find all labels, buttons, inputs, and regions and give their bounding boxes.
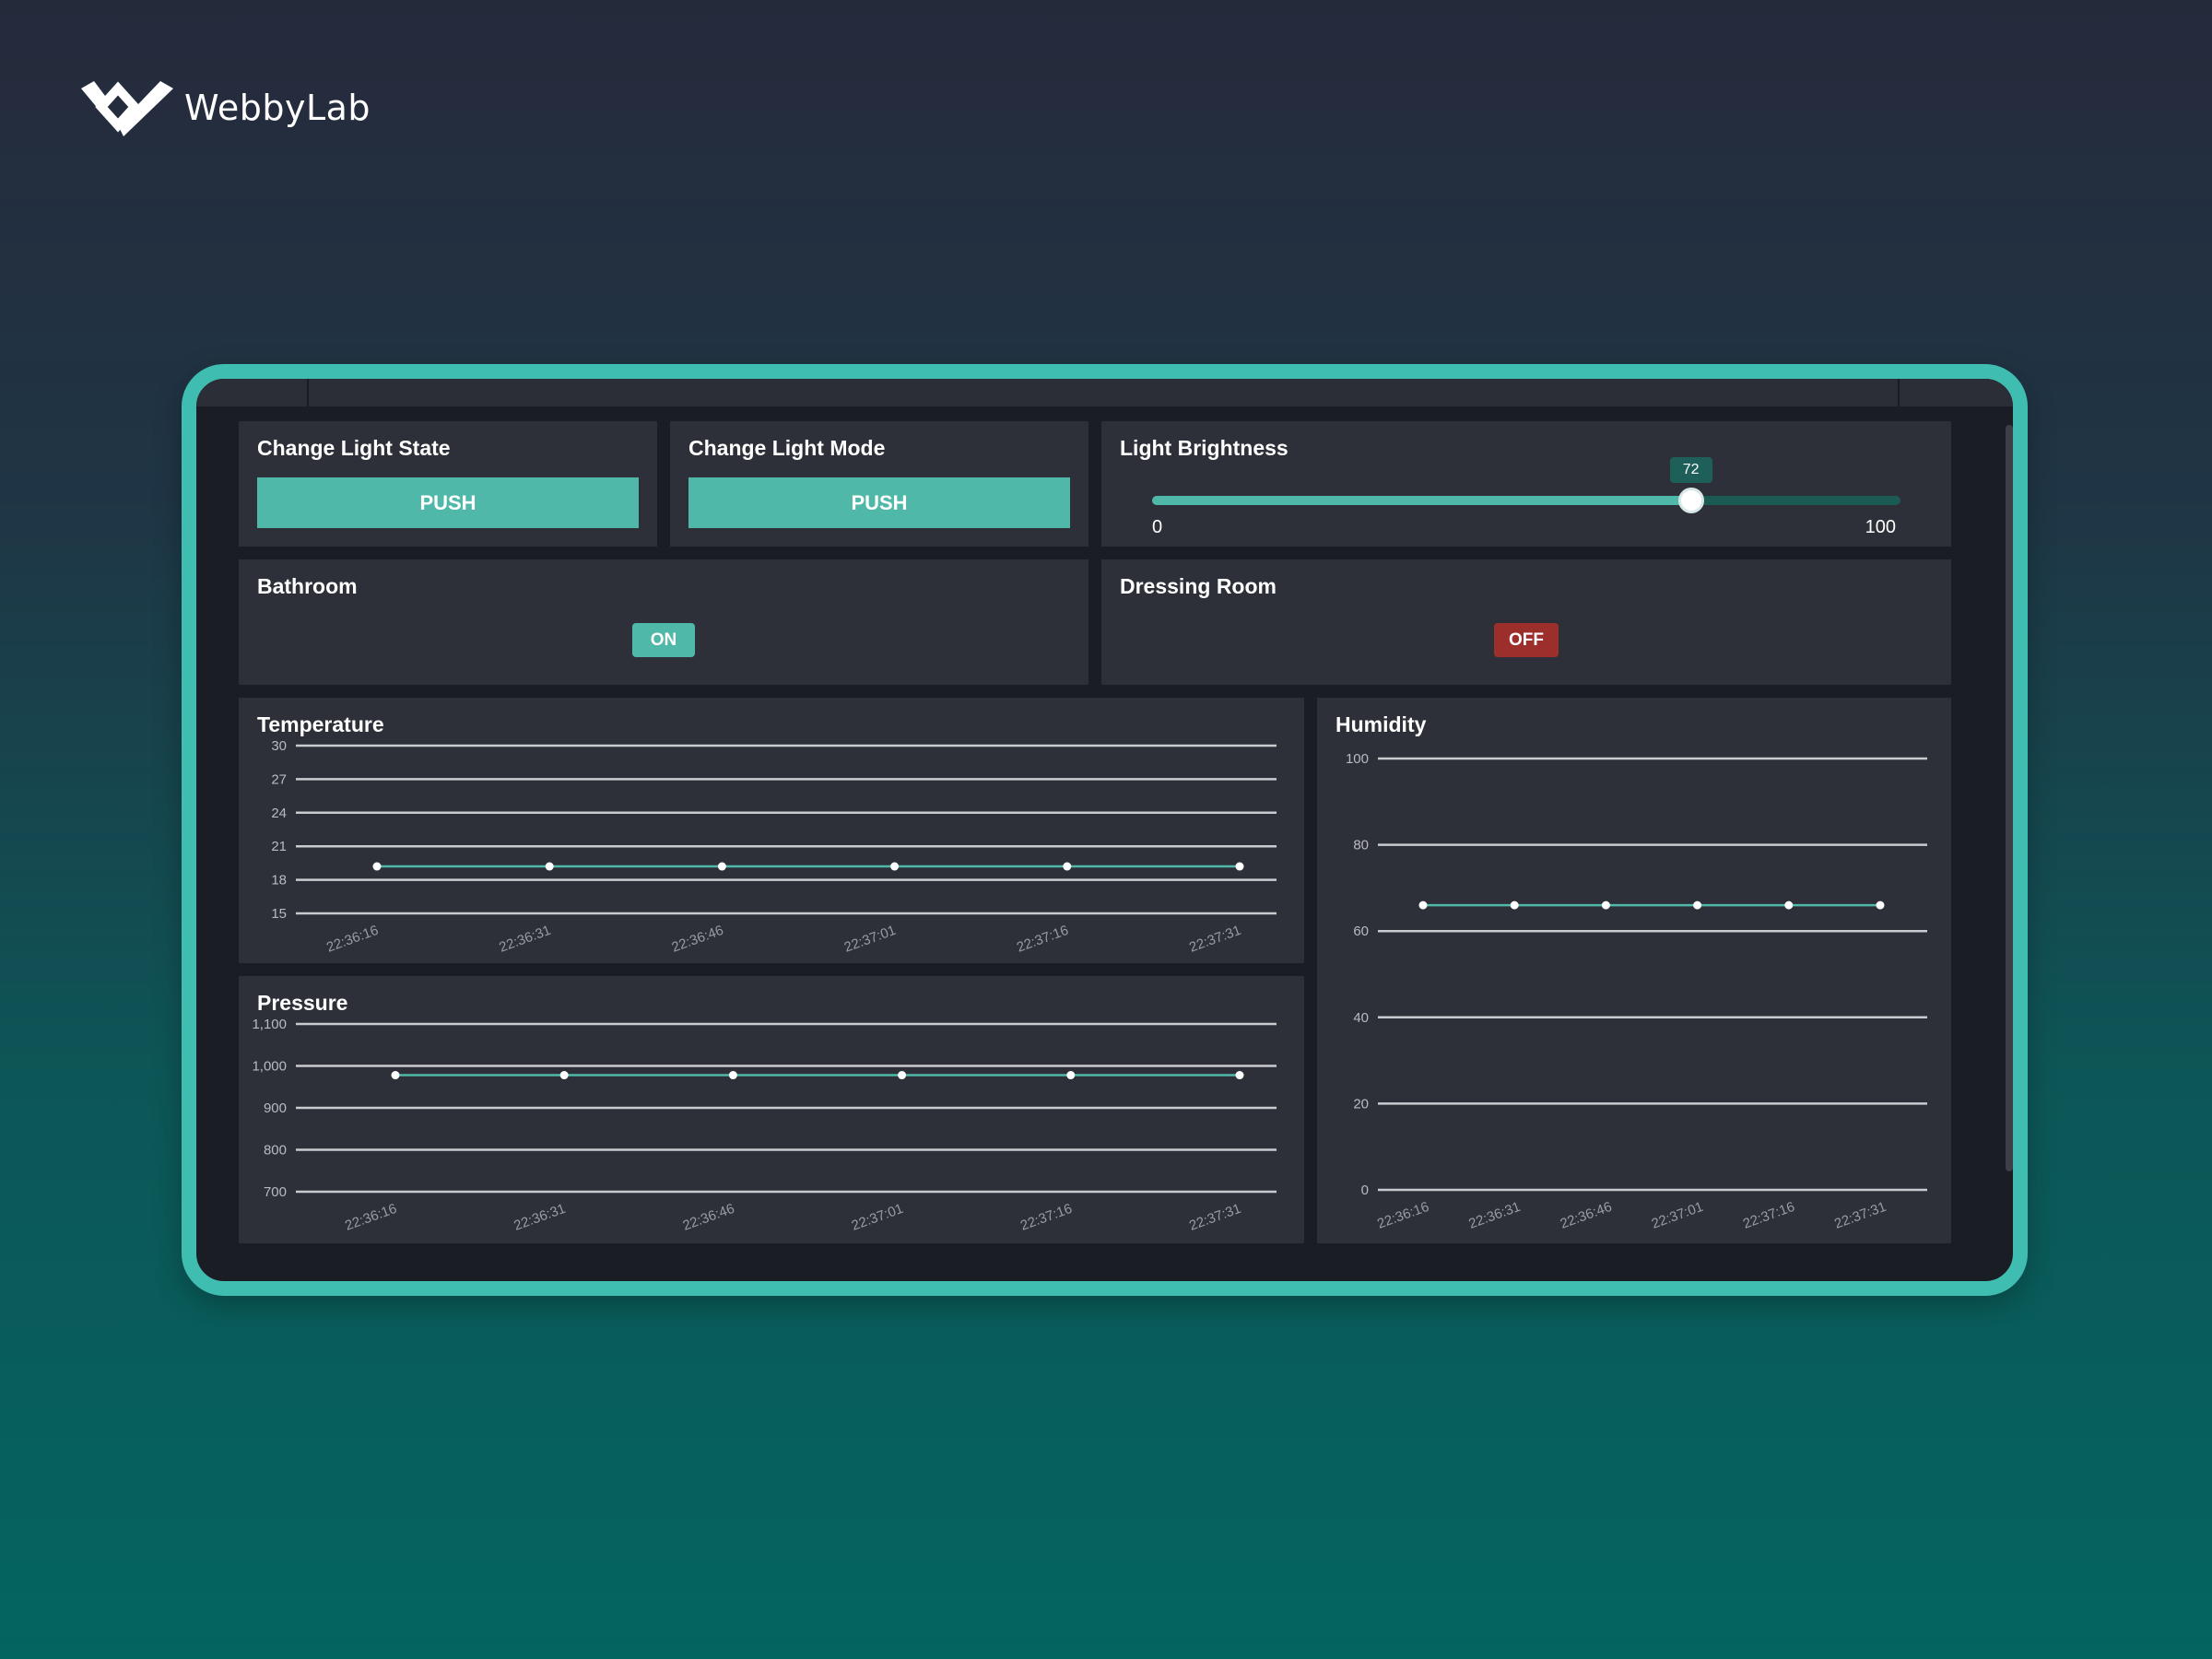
x-tick-label: 22:36:16 [324, 923, 381, 956]
y-tick-label: 1,100 [252, 1017, 287, 1032]
y-tick-label: 800 [264, 1143, 287, 1159]
y-tick-label: 21 [271, 839, 287, 854]
humidity-chart-panel: Humidity 0 20 40 60 80 100 22:36:16 22:36:31 22:… [1317, 698, 1951, 1243]
x-tick-label: 22:37:31 [1187, 1201, 1243, 1234]
brightness-value-tooltip: 72 [1669, 457, 1712, 483]
x-tick-label: 22:36:16 [343, 1201, 399, 1234]
x-tick-label: 22:36:46 [670, 923, 726, 956]
data-point [559, 1071, 569, 1080]
window-top-bar [196, 379, 2013, 406]
bathroom-panel: Bathroom ON [239, 559, 1088, 685]
scrollbar[interactable] [2006, 425, 2013, 1171]
temperature-chart-panel: Temperature 15 18 21 24 27 30 22:36:16 22:36:31… [239, 698, 1304, 963]
data-point [1510, 900, 1519, 910]
y-tick-label: 700 [264, 1184, 287, 1200]
light-mode-panel: Change Light Mode PUSH [670, 421, 1088, 547]
y-tick-label: 0 [1361, 1182, 1369, 1198]
x-tick-label: 22:37:31 [1832, 1199, 1888, 1232]
y-tick-label: 15 [271, 906, 287, 922]
light-mode-push-button[interactable]: PUSH [688, 477, 1070, 528]
x-tick-label: 22:36:16 [1375, 1199, 1431, 1232]
data-point [1693, 900, 1702, 910]
x-tick-label: 22:37:01 [1650, 1199, 1706, 1232]
brightness-slider-thumb[interactable] [1677, 488, 1704, 513]
y-tick-label: 100 [1346, 751, 1369, 767]
brand-logo: WebbyLab [81, 79, 371, 136]
data-point [890, 862, 900, 871]
brand-name: WebbyLab [184, 88, 371, 128]
x-tick-label: 22:37:16 [1015, 923, 1071, 956]
pressure-chart-panel: Pressure 700 800 900 1,000 1,100 22:36:16 22:3… [239, 976, 1304, 1243]
y-tick-label: 80 [1353, 838, 1369, 853]
data-point [1066, 1071, 1076, 1080]
data-point [1235, 1071, 1244, 1080]
data-point [1235, 862, 1244, 871]
x-tick-label: 22:36:31 [1466, 1199, 1523, 1232]
data-point [728, 1071, 737, 1080]
data-point [391, 1071, 400, 1080]
brightness-slider[interactable]: 72 [1152, 457, 1900, 513]
data-point [1784, 900, 1794, 910]
panel-title: Light Brightness [1120, 436, 1288, 460]
data-point [1418, 900, 1428, 910]
light-brightness-panel: Light Brightness 72 0 100 [1101, 421, 1951, 547]
data-point [545, 862, 554, 871]
panel-title: Bathroom [257, 574, 358, 598]
y-tick-label: 20 [1353, 1096, 1369, 1112]
bathroom-toggle-button[interactable]: ON [632, 623, 695, 657]
x-tick-label: 22:37:01 [842, 923, 899, 956]
webbylab-logo-icon [81, 81, 173, 136]
dressing-room-toggle-button[interactable]: OFF [1494, 623, 1559, 657]
pressure-chart: 700 800 900 1,000 1,100 22:36:16 22:36:31 22:36… [252, 1017, 1277, 1234]
panel-title: Dressing Room [1120, 574, 1277, 598]
y-tick-label: 24 [271, 806, 287, 821]
light-state-push-button[interactable]: PUSH [257, 477, 639, 528]
data-point [1063, 862, 1072, 871]
y-tick-label: 30 [271, 738, 287, 754]
humidity-chart: 0 20 40 60 80 100 22:36:16 22:36:31 22:36:46 22:3… [1346, 751, 1927, 1232]
dashboard-window: Change Light State PUSH Change Light Mod… [182, 364, 2028, 1296]
data-point [898, 1071, 907, 1080]
y-tick-label: 40 [1353, 1010, 1369, 1026]
top-bar-divider [307, 379, 309, 406]
top-bar-divider [1898, 379, 1900, 406]
panel-title: Change Light State [257, 436, 451, 460]
slider-max-label: 100 [1865, 517, 1896, 537]
x-tick-label: 22:37:01 [850, 1201, 906, 1234]
x-tick-label: 22:37:31 [1187, 923, 1243, 956]
y-tick-label: 900 [264, 1100, 287, 1116]
y-tick-label: 18 [271, 873, 287, 888]
panel-title: Change Light Mode [688, 436, 886, 460]
data-point [1601, 900, 1610, 910]
y-tick-label: 27 [271, 771, 287, 787]
x-tick-label: 22:36:46 [1559, 1199, 1615, 1232]
light-state-panel: Change Light State PUSH [239, 421, 657, 547]
x-tick-label: 22:36:31 [512, 1201, 568, 1234]
x-tick-label: 22:37:16 [1741, 1199, 1797, 1232]
data-point [372, 862, 382, 871]
slider-min-label: 0 [1152, 517, 1163, 537]
x-tick-label: 22:36:46 [681, 1201, 737, 1234]
temperature-chart: 15 18 21 24 27 30 22:36:16 22:36:31 22:36:46 22:3… [271, 738, 1277, 956]
data-point [717, 862, 726, 871]
x-tick-label: 22:36:31 [497, 923, 553, 956]
brightness-slider-fill [1152, 496, 1691, 505]
data-point [1876, 900, 1885, 910]
x-tick-label: 22:37:16 [1018, 1201, 1075, 1234]
y-tick-label: 1,000 [252, 1059, 287, 1075]
dressing-room-panel: Dressing Room OFF [1101, 559, 1951, 685]
y-tick-label: 60 [1353, 924, 1369, 939]
